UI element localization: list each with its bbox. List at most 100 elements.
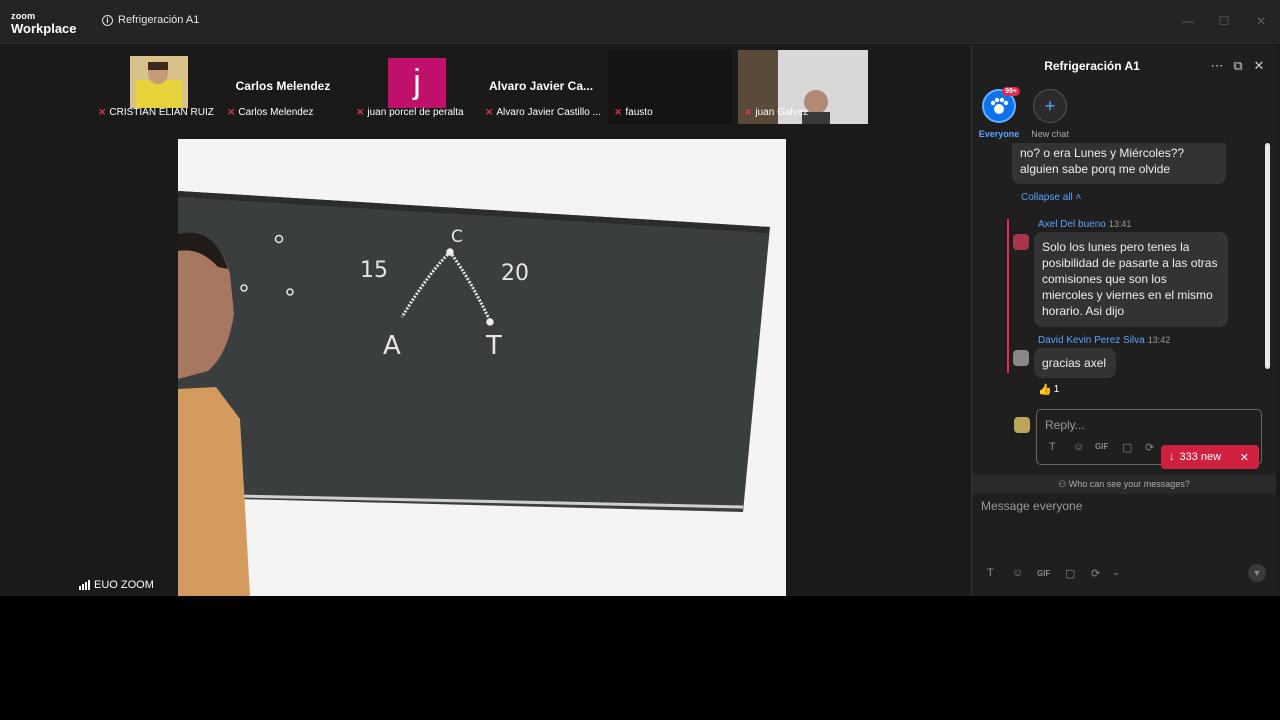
participant-name: juan porcel de peralta (367, 107, 464, 118)
people-icon: ⚇ (1058, 479, 1067, 489)
app-logo: zoom Workplace (11, 11, 77, 36)
mic-muted-icon: ⨯ (227, 107, 236, 118)
participant-label: ⨯ CRISTIAN ELIAN RUIZ (98, 107, 214, 118)
format-text-icon[interactable]: T (1049, 441, 1056, 453)
mic-muted-icon: ⨯ (98, 107, 107, 118)
participant-avatar: j (388, 58, 446, 108)
minimize-icon[interactable]: — (1181, 14, 1195, 28)
mic-muted-icon: ⨯ (614, 107, 623, 118)
video-frame: 15 20 C A T (178, 139, 786, 596)
meeting-info[interactable]: i Refrigeración A1 (102, 14, 199, 26)
participant-label: ⨯ juan Galvez (744, 107, 808, 118)
board-text: A (383, 331, 401, 361)
meeting-title: Refrigeración A1 (118, 14, 200, 26)
close-icon[interactable]: ✕ (1254, 14, 1268, 28)
avatar (1013, 350, 1029, 366)
sender-name: Axel Del bueno (1038, 219, 1106, 230)
participant-tile[interactable]: Alvaro Javier Ca... ⨯ Alvaro Javier Cast… (479, 50, 603, 124)
board-text: C (451, 227, 463, 247)
participant-tile[interactable]: Carlos Melendez ⨯ Carlos Melendez (221, 50, 345, 124)
mic-muted-icon: ⨯ (744, 107, 753, 118)
info-icon[interactable]: i (102, 14, 113, 26)
popout-icon[interactable]: ⧉ (1230, 58, 1246, 74)
title-bar: zoom Workplace i Refrigeración A1 — ☐ ✕ (0, 0, 1280, 44)
network-status: EUO ZOOM (79, 579, 154, 591)
privacy-text: Who can see your messages? (1068, 479, 1190, 489)
thread-line (1007, 219, 1009, 373)
reply-placeholder: Reply... (1045, 418, 1085, 432)
close-chat-icon[interactable]: ✕ (1251, 58, 1267, 74)
participant-label: ⨯ Carlos Melendez (227, 107, 313, 118)
participant-name: Carlos Melendez (238, 107, 314, 118)
chat-message-bubble: Solo los lunes pero tenes la posibilidad… (1034, 232, 1228, 327)
zoom-app-window: zoom Workplace i Refrigeración A1 — ☐ ✕ … (0, 0, 1280, 596)
chevron-down-icon[interactable]: ⌄ (1112, 567, 1120, 578)
message-sender[interactable]: David Kevin Perez Silva 13:42 (1038, 335, 1170, 346)
chat-message-bubble: no? o era Lunes y Miércoles?? alguien sa… (1012, 143, 1226, 184)
participant-tile[interactable]: ⨯ fausto (608, 50, 732, 124)
brand-bottom: Workplace (11, 21, 77, 36)
thumbs-up-icon: 👍 (1038, 384, 1052, 396)
file-icon[interactable]: ▢ (1065, 567, 1075, 580)
send-icon[interactable]: ▼ (1248, 564, 1266, 582)
participant-tile[interactable]: ⨯ juan Galvez (738, 50, 868, 124)
participant-name-display: Carlos Melendez (235, 79, 331, 93)
participant-label: ⨯ juan porcel de peralta (356, 107, 464, 118)
participant-label: ⨯ Alvaro Javier Castillo ... (485, 107, 601, 118)
collapse-label: Collapse all (1021, 192, 1073, 203)
avatar (1013, 234, 1029, 250)
message-sender[interactable]: Axel Del bueno 13:41 (1038, 219, 1131, 230)
arrow-down-icon: ↓ (1169, 451, 1175, 463)
paw-icon: 99+ (982, 87, 1020, 123)
participant-name: fausto (625, 107, 653, 118)
main-video[interactable]: 15 20 C A T (178, 139, 786, 596)
collapse-all-link[interactable]: Collapse all ˄ (1021, 192, 1081, 203)
gif-icon[interactable]: GIF (1037, 569, 1050, 578)
reaction[interactable]: 👍 1 (1038, 383, 1059, 396)
chat-scrollbar[interactable] (1265, 143, 1270, 369)
participant-name: CRISTIAN ELIAN RUIZ (109, 107, 214, 118)
maximize-icon[interactable]: ☐ (1217, 14, 1231, 28)
avatar (1014, 417, 1030, 433)
privacy-info[interactable]: ⚇ Who can see your messages? (972, 474, 1276, 494)
format-text-icon[interactable]: T (987, 567, 994, 579)
gif-icon[interactable]: GIF (1095, 442, 1108, 451)
message-time: 13:42 (1147, 335, 1171, 345)
message-input[interactable]: Message everyone (981, 499, 1082, 513)
dismiss-icon[interactable]: ✕ (1240, 451, 1249, 464)
participant-name-display: Alvaro Javier Ca... (488, 79, 594, 93)
chat-message-bubble: gracias axel (1034, 348, 1116, 378)
sender-name: David Kevin Perez Silva (1038, 335, 1145, 346)
file-icon[interactable]: ▢ (1122, 441, 1132, 454)
screenshot-icon[interactable]: ⟳ (1091, 567, 1100, 580)
emoji-icon[interactable]: ☺ (1073, 441, 1084, 453)
brand-top: zoom (11, 11, 36, 21)
chat-header: Refrigeración A1 ⋯ ⧉ ✕ (972, 45, 1278, 87)
new-messages-button[interactable]: ↓ 333 new ✕ (1161, 445, 1259, 469)
mic-muted-icon: ⨯ (356, 107, 365, 118)
message-time: 13:41 (1108, 219, 1132, 229)
board-text: T (485, 331, 502, 361)
unread-badge: 99+ (1002, 87, 1020, 96)
chat-panel: Refrigeración A1 ⋯ ⧉ ✕ 99+ Everyone + Ne… (971, 45, 1277, 596)
channel-new-chat[interactable]: + New chat (1020, 89, 1080, 139)
new-messages-label: 333 new (1179, 451, 1222, 463)
participant-name: Alvaro Javier Castillo ... (496, 107, 601, 118)
participant-label: ⨯ fausto (614, 107, 653, 118)
channel-label: New chat (1031, 129, 1069, 139)
speaker-name: EUO ZOOM (94, 579, 154, 591)
screenshot-icon[interactable]: ⟳ (1145, 441, 1154, 454)
reaction-count: 1 (1053, 384, 1060, 395)
emoji-icon[interactable]: ☺ (1012, 567, 1023, 579)
board-text: 20 (501, 261, 529, 286)
chevron-up-icon: ˄ (1075, 192, 1082, 203)
mic-muted-icon: ⨯ (485, 107, 494, 118)
participant-tile[interactable]: ⨯ CRISTIAN ELIAN RUIZ (92, 50, 216, 124)
more-options-icon[interactable]: ⋯ (1209, 58, 1225, 74)
plus-icon: + (1033, 89, 1067, 123)
signal-icon (79, 580, 90, 590)
board-text: 15 (360, 258, 388, 283)
chat-title: Refrigeración A1 (1044, 59, 1140, 73)
participant-name: juan Galvez (755, 107, 809, 118)
participant-tile[interactable]: j ⨯ juan porcel de peralta (350, 50, 474, 124)
